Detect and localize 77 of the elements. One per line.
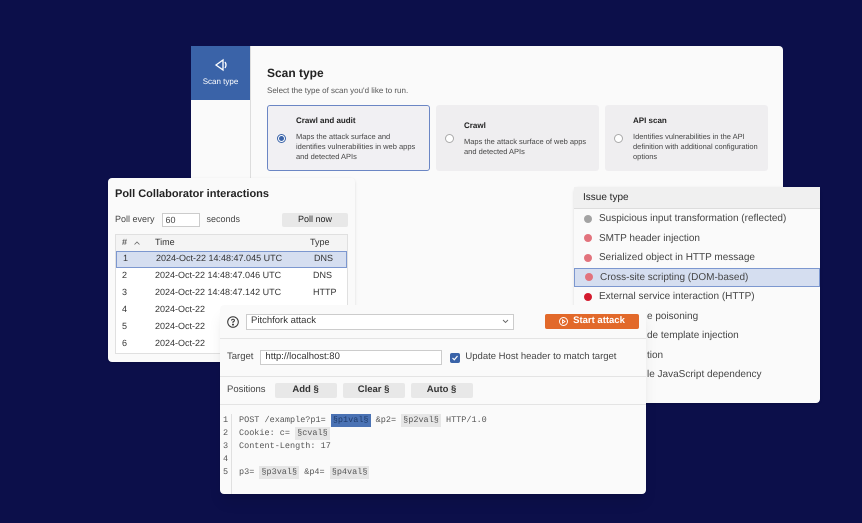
code-text: POST /example?p1=: [239, 414, 327, 427]
poll-label: Poll every: [115, 212, 155, 226]
radio-button[interactable]: [445, 134, 454, 142]
play-icon: [559, 317, 568, 326]
payload-marker[interactable]: §cval§: [295, 427, 330, 440]
code-text: Content-Length: 17: [239, 440, 331, 453]
code-text: Cookie: c=: [239, 427, 292, 440]
table-row[interactable]: 1 2024-Oct-22 14:48:47.045 UTC DNS: [116, 250, 347, 268]
table-cell-text: DNS: [313, 269, 332, 282]
table-row[interactable]: 3 2024-Oct-22 14:48:47.142 UTC HTTP: [116, 284, 347, 302]
column-header[interactable]: Time: [155, 236, 285, 250]
section-subtitle: Select the type of scan you'd like to run.: [267, 85, 410, 97]
update-host-label: Update Host header to match target: [465, 350, 616, 364]
line-number: 3: [222, 440, 228, 453]
issue-row[interactable]: Serialized object in HTTP message: [574, 248, 820, 268]
radio-button[interactable]: [277, 134, 286, 142]
option-title: API scan: [633, 114, 668, 126]
chevron-down-icon: [502, 319, 509, 324]
window-title: Poll Collaborator interactions: [115, 187, 270, 202]
table-cell-text: 1: [122, 252, 130, 266]
table-row[interactable]: 6 2024-Oct-22: [116, 336, 206, 352]
sort-icon[interactable]: [134, 240, 140, 244]
positions-label: Positions: [227, 383, 266, 398]
table-cell-text: HTTP: [313, 286, 336, 300]
issue-row[interactable]: Cross-site scripting (DOM-based): [574, 268, 820, 287]
table-cell-text: 5: [121, 320, 128, 334]
table-cell-text: DNS: [314, 252, 334, 266]
option-title: Crawl and audit: [296, 114, 357, 126]
column-header[interactable]: Type: [310, 236, 330, 250]
table-cell-text: 2024-Oct-22: [155, 337, 206, 350]
table-cell-text: 2024-Oct-22 14:48:47.045 UTC: [156, 252, 284, 266]
issue-label[interactable]: e poisoning: [647, 308, 698, 324]
section-title: Scan type: [267, 65, 325, 82]
code-text: p3=: [239, 466, 256, 479]
radio-button[interactable]: [614, 134, 623, 142]
table-cell-text: 4: [121, 303, 128, 316]
interval-field[interactable]: 60: [162, 212, 200, 226]
unit-label: seconds: [206, 212, 240, 226]
code-text: &p2=: [374, 414, 398, 427]
issue-label[interactable]: le JavaScript dependency: [647, 367, 762, 382]
help-icon[interactable]: [227, 316, 239, 328]
target-field[interactable]: http://localhost:80: [260, 350, 442, 365]
issue-row[interactable]: SMTP header injection: [574, 228, 820, 248]
column-header[interactable]: #: [116, 236, 128, 250]
issue-label[interactable]: tion: [647, 348, 664, 363]
sidebar-tab[interactable]: Scan type: [191, 46, 250, 100]
attack-type-dropdown[interactable]: Pitchfork attack: [246, 314, 514, 330]
payload-marker[interactable]: §p3val§: [259, 466, 300, 479]
panel-header: Issue type: [574, 187, 820, 209]
target-label: Target: [227, 350, 254, 364]
table-cell-text: 2024-Oct-22: [155, 303, 206, 316]
position-button[interactable]: Clear §: [342, 383, 405, 398]
table-cell-text: 2: [121, 269, 128, 282]
position-button[interactable]: Add §: [274, 383, 337, 398]
option-title: Crawl: [464, 120, 487, 132]
line-number: 1: [222, 414, 228, 427]
poll-now-button[interactable]: Poll now: [282, 212, 348, 226]
table-cell-text: 6: [121, 337, 128, 350]
code-text: HTTP/1.0: [444, 414, 487, 427]
table-cell-text: 2024-Oct-22 14:48:47.046 UTC: [155, 269, 282, 282]
payload-marker[interactable]: §p2val§: [401, 414, 441, 427]
issue-row[interactable]: Suspicious input transformation (reflected): [574, 209, 820, 228]
table-cell-text: 2024-Oct-22 14:48:47.142 UTC: [155, 286, 282, 300]
code-text: &p4=: [303, 466, 326, 479]
line-number: 2: [222, 427, 228, 440]
position-button[interactable]: Auto §: [410, 383, 473, 398]
table-cell-text: 3: [121, 286, 128, 300]
table-row[interactable]: 5 2024-Oct-22: [116, 318, 206, 336]
table-cell-text: 2024-Oct-22: [155, 320, 206, 334]
line-number: 5: [222, 466, 228, 479]
update-host-checkbox[interactable]: [450, 352, 460, 362]
issue-label[interactable]: de template injection: [647, 328, 739, 344]
payload-marker[interactable]: §p4val§: [330, 466, 370, 479]
table-row[interactable]: 2 2024-Oct-22 14:48:47.046 UTC DNS: [116, 268, 347, 284]
issue-row[interactable]: External service interaction (HTTP): [574, 287, 820, 306]
line-number: 4: [222, 453, 228, 466]
table-row[interactable]: 4 2024-Oct-22: [116, 302, 206, 318]
